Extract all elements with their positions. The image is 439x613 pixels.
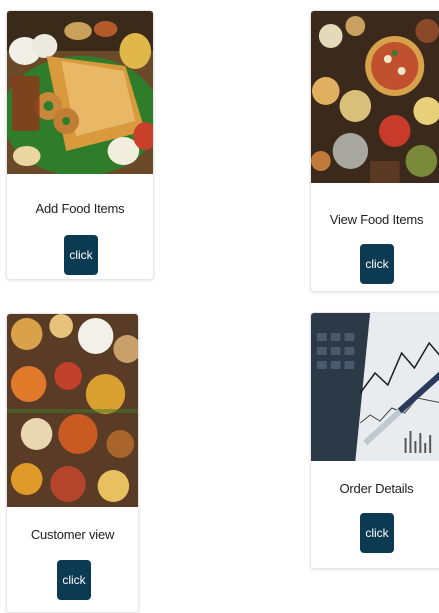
dosa-platter-image [7,11,153,174]
card-title: Customer view [30,527,115,542]
customer-view-click-button[interactable]: click [57,560,91,600]
add-food-items-click-button[interactable]: click [64,235,98,275]
card-title: Order Details [339,481,414,496]
view-food-items-click-button[interactable]: click [360,244,394,284]
card-add-food-items: Add Food Items click [6,10,154,280]
card-view-food-items: View Food Items click [310,10,439,292]
curry-spread-image [7,314,138,507]
calculator-chart-image [311,313,439,461]
pizza-table-image [311,11,439,183]
card-customer-view: Customer view click [6,313,139,613]
card-title: View Food Items [329,212,424,227]
card-title: Add Food Items [35,201,125,216]
card-order-details: Order Details click [310,312,439,569]
order-details-click-button[interactable]: click [360,513,394,553]
